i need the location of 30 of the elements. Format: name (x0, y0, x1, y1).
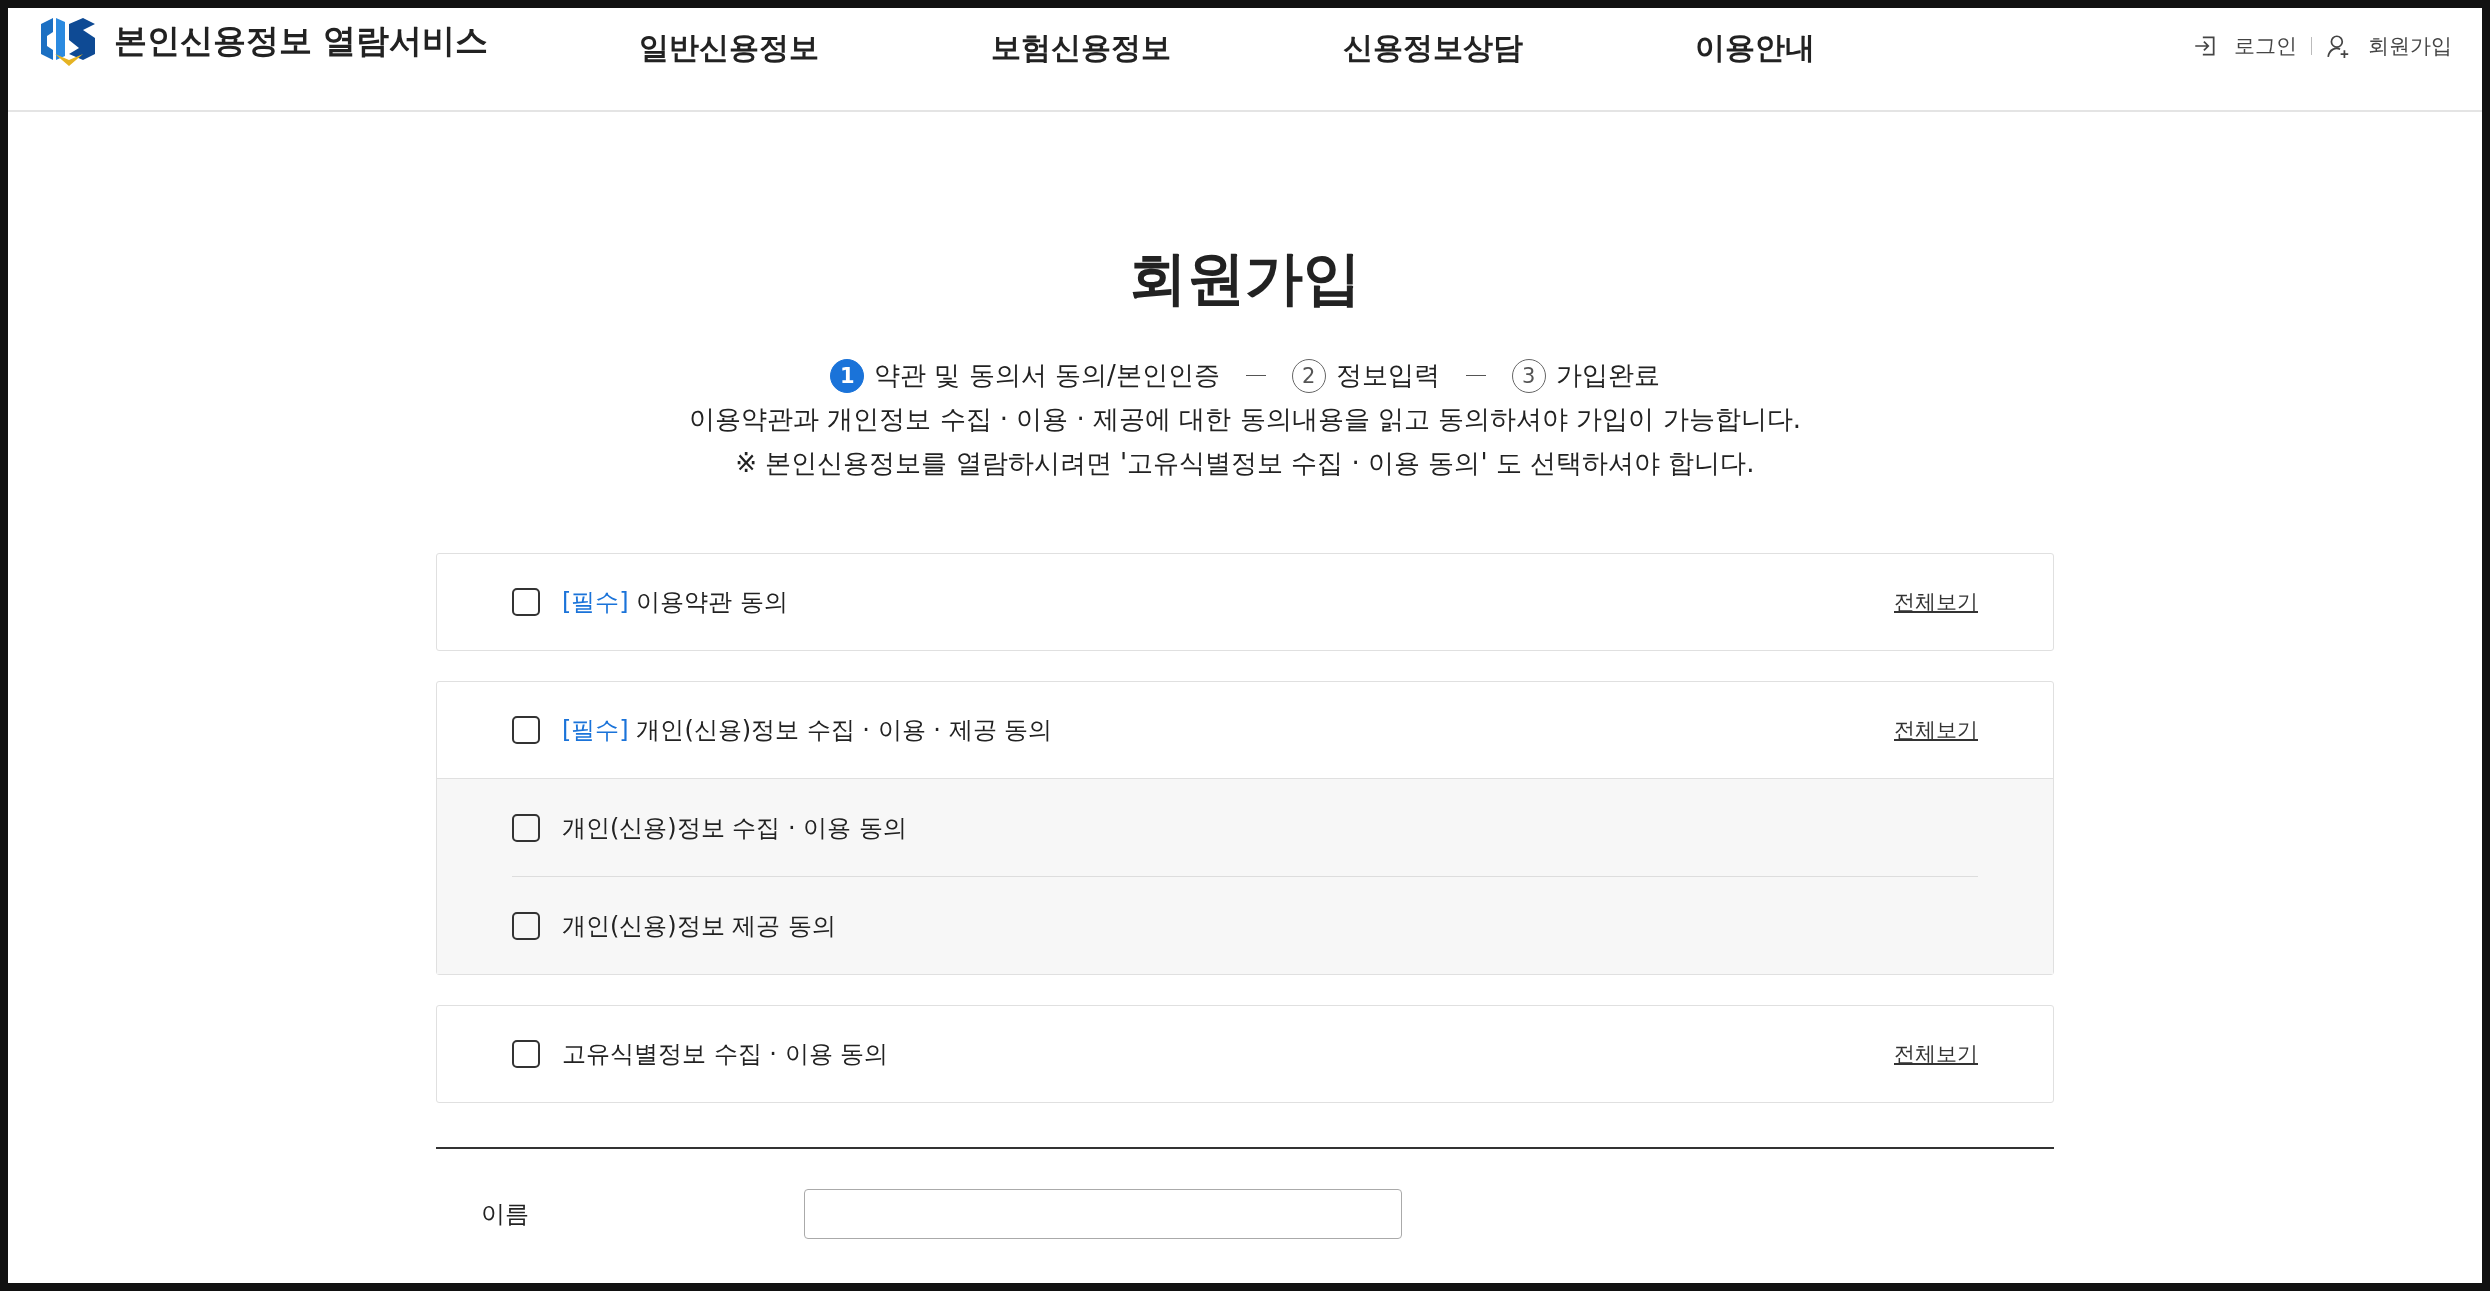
agreement-label: 개인(신용)정보 제공 동의 (562, 910, 836, 942)
step-label: 정보입력 (1335, 359, 1440, 392)
view-all-link[interactable]: 전체보기 (1894, 588, 1978, 616)
step-label: 가입완료 (1555, 359, 1660, 392)
view-all-link[interactable]: 전체보기 (1894, 1040, 1978, 1068)
name-input[interactable] (804, 1189, 1402, 1239)
nav-link[interactable]: 이용안내 (1694, 28, 2047, 69)
page-title: 회원가입 (1128, 243, 1362, 314)
checkbox[interactable] (512, 716, 540, 744)
agreement-label: 개인(신용)정보 수집 · 이용 동의 (562, 812, 907, 844)
site-title: 본인신용정보 열람서비스 (114, 19, 489, 62)
step-number: 1 (830, 358, 865, 393)
step-label: 약관 및 동의서 동의/본인인증 (874, 359, 1220, 392)
login-link[interactable]: 로그인 (2192, 32, 2297, 60)
agreement-label: [필수] 이용약관 동의 (562, 587, 788, 618)
view-all-link[interactable]: 전체보기 (1894, 716, 1978, 744)
field-label: 이름 (481, 1199, 530, 1230)
nav-link[interactable]: 보험신용정보 (990, 28, 1343, 69)
notice-text: 이용약관과 개인정보 수집 · 이용 · 제공에 대한 동의내용을 읽고 동의하셔야 가입이 가능합니다. (688, 403, 1802, 436)
checkbox[interactable] (512, 813, 540, 842)
login-icon (2192, 33, 2218, 59)
signup-link[interactable]: 회원가입 (2326, 32, 2452, 60)
nav-link[interactable]: 신용정보상담 (1342, 28, 1695, 69)
checkbox[interactable] (512, 1040, 540, 1068)
checkbox[interactable] (512, 588, 540, 616)
agreement-label: 고유식별정보 수집 · 이용 동의 (562, 1039, 889, 1070)
checkbox[interactable] (512, 911, 540, 940)
agreement-label: [필수] 개인(신용)정보 수집 · 이용 · 제공 동의 (562, 715, 1053, 746)
notice-text: ※ 본인신용정보를 열람하시려면 '고유식별정보 수집 · 이용 동의' 도 선택하셔야 합니다. (734, 447, 1756, 480)
nav-link[interactable]: 일반신용정보 (638, 28, 991, 69)
